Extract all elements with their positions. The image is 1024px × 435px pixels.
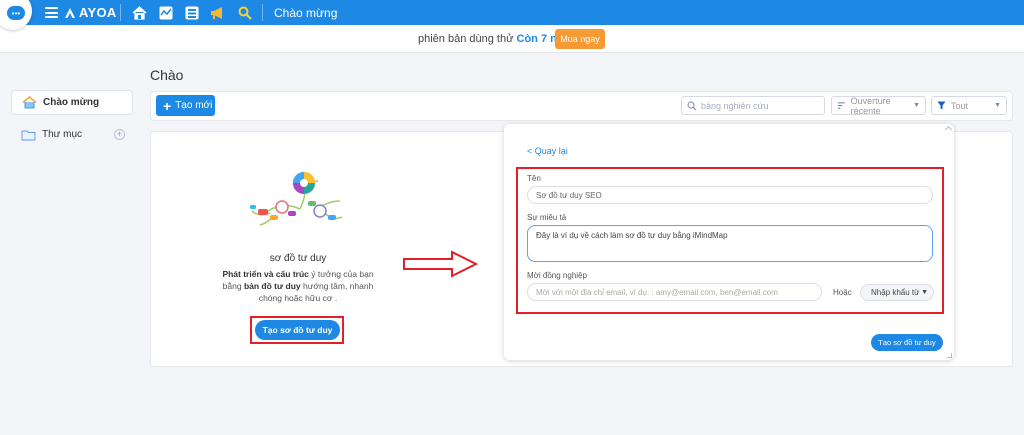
chat-icon: •••	[7, 6, 25, 20]
nav-divider	[262, 4, 263, 21]
app-logo[interactable]: AYOA	[63, 5, 117, 20]
trial-prefix: phiên bản dùng thử	[418, 33, 514, 45]
filter-icon	[937, 101, 946, 110]
sort-label: Ouverture récente	[850, 95, 891, 116]
trial-banner: phiên bản dùng thử Còn 7 ngày Mua ngay	[0, 25, 1024, 53]
sort-icon	[837, 102, 845, 109]
create-new-label: Tạo mới	[175, 100, 213, 111]
sort-dropdown[interactable]: Ouverture récente ▼	[831, 95, 926, 116]
buy-now-button[interactable]: Mua ngay	[555, 29, 605, 49]
page-title: Chào	[150, 67, 184, 83]
back-link[interactable]: < Quay lại	[527, 146, 568, 156]
board-icon[interactable]	[183, 4, 200, 21]
sidebar-item-label: Chào mừng	[43, 97, 100, 108]
invite-placeholder: Mời với một địa chỉ email, ví dụ. : amy@…	[536, 287, 778, 297]
name-value: Sơ đồ tư duy SEO	[536, 190, 602, 200]
mind-map-illustration	[250, 171, 343, 226]
create-new-button[interactable]: + Tạo mới	[156, 95, 215, 116]
search-placeholder: bảng nghiên cứu	[701, 100, 769, 111]
add-folder-button[interactable]: +	[114, 129, 125, 140]
name-field[interactable]: Sơ đồ tư duy SEO	[527, 186, 933, 204]
ayoa-logo-icon	[65, 7, 75, 18]
search-input[interactable]: bảng nghiên cứu	[681, 96, 825, 115]
chevron-down-icon: ▼	[994, 102, 1001, 109]
import-label: Nhập khẩu từ	[871, 288, 920, 297]
home-icon	[21, 96, 37, 110]
name-label: Tên	[527, 174, 541, 183]
mind-map-title: sơ đồ tư duy	[269, 253, 327, 264]
invite-label: Mời đồng nghiệp	[527, 271, 587, 280]
home-icon[interactable]	[131, 4, 148, 21]
import-from-dropdown[interactable]: Nhập khẩu từ ▼	[860, 284, 934, 301]
logo-text: AYOA	[79, 5, 117, 20]
activity-icon[interactable]	[157, 4, 174, 21]
chevron-down-icon: ▼	[913, 102, 920, 109]
page-header-title: Chào mừng	[274, 6, 338, 20]
description-label: Sự miêu tả	[527, 213, 567, 222]
mind-map-description: Phát triển và cấu trúc ý tưởng của bạn b…	[220, 268, 376, 304]
resize-handle[interactable]	[947, 353, 952, 358]
search-icon	[687, 100, 697, 110]
desc-bold-2: bản đồ tư duy	[243, 281, 301, 291]
filter-label: Tout	[951, 100, 969, 111]
plus-icon: +	[163, 97, 172, 114]
invite-email-field[interactable]: Mời với một địa chỉ email, ví dụ. : amy@…	[527, 283, 822, 301]
chevron-down-icon: ▼	[921, 289, 928, 296]
or-label: Hoặc	[833, 288, 852, 297]
menu-icon[interactable]	[45, 7, 58, 18]
trial-text: phiên bản dùng thử Còn 7 ngày	[418, 33, 576, 45]
filter-dropdown[interactable]: Tout ▼	[931, 96, 1007, 115]
search-icon[interactable]	[236, 4, 253, 21]
sidebar-item-label: Thư mục	[42, 129, 83, 140]
submit-create-mind-map-button[interactable]: Tạo sơ đồ tư duy	[871, 334, 943, 351]
desc-bold-1: Phát triển và cấu trúc	[222, 269, 309, 279]
nav-divider	[120, 4, 121, 21]
annotation-arrow-icon	[403, 250, 478, 278]
megaphone-icon[interactable]	[209, 4, 226, 21]
description-field[interactable]: Đây là ví dụ về cách làm sơ đồ tư duy bằ…	[527, 225, 933, 262]
create-mind-map-button[interactable]: Tạo sơ đồ tư duy	[255, 320, 340, 340]
description-value: Đây là ví dụ về cách làm sơ đồ tư duy bằ…	[536, 231, 728, 240]
folder-icon	[20, 128, 36, 142]
sidebar-item-welcome[interactable]: Chào mừng	[11, 90, 133, 115]
top-bar: ••• AYOA Chào mừng	[0, 0, 1024, 30]
